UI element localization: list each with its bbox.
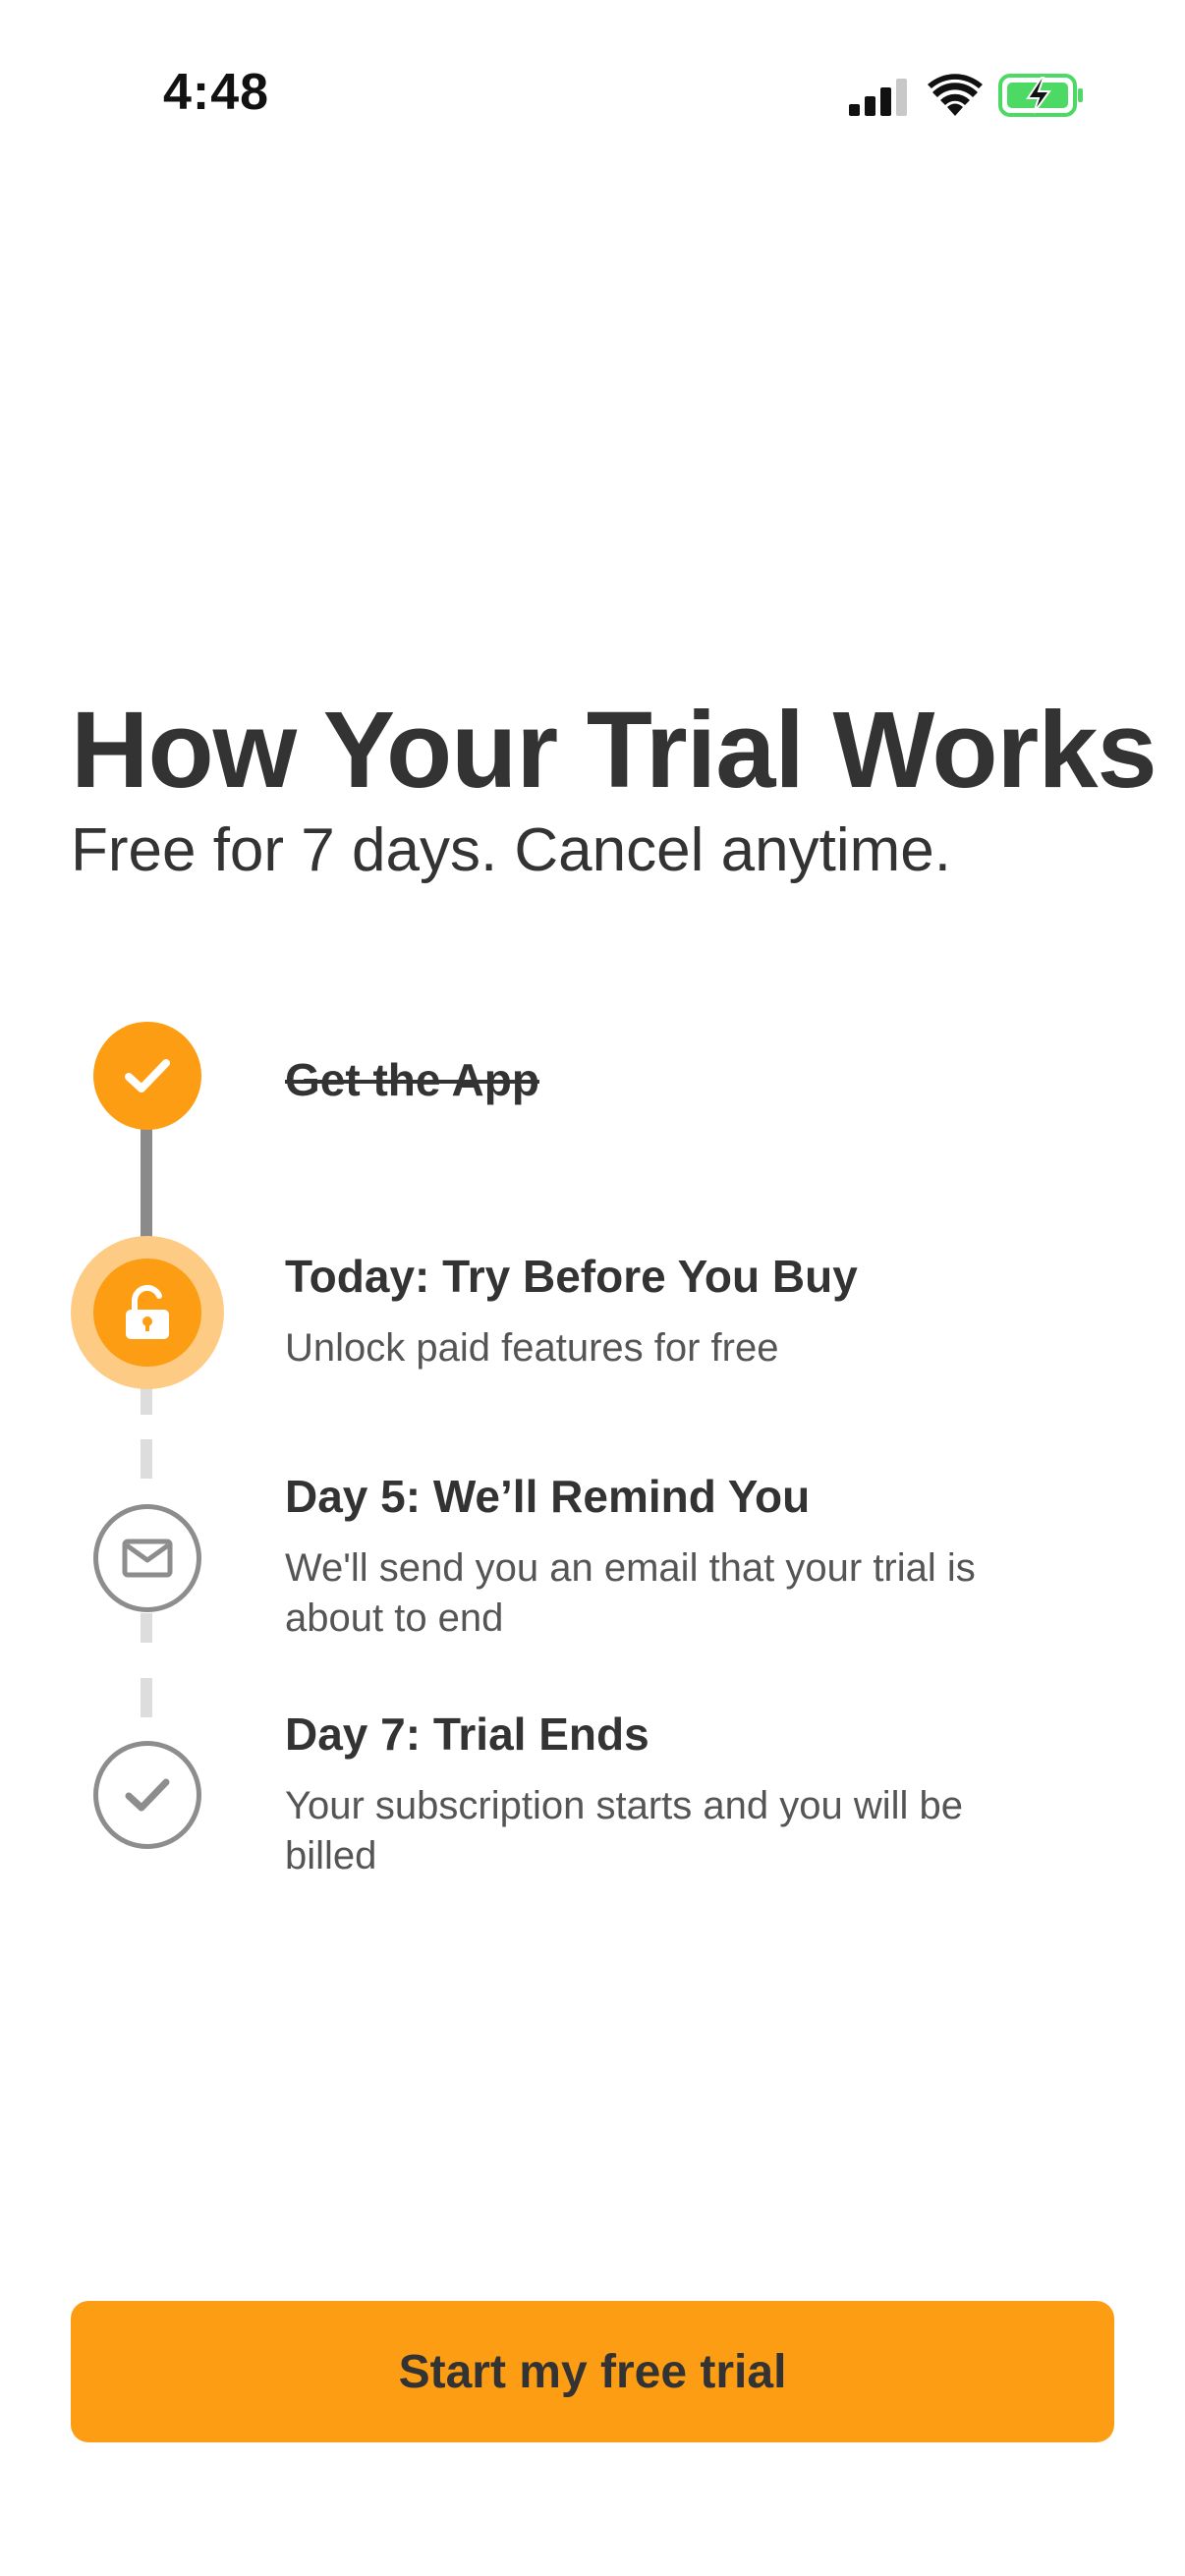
timeline-dash — [141, 1385, 152, 1415]
step-desc-day7: Your subscription starts and you will be… — [285, 1784, 963, 1877]
envelope-icon — [122, 1539, 173, 1578]
status-time: 4:48 — [163, 64, 270, 121]
step-current-marker — [93, 1259, 201, 1367]
wifi-icon — [928, 74, 983, 116]
cellular-signal-icon — [849, 79, 907, 116]
timeline-dash — [141, 1439, 152, 1479]
unlock-icon — [126, 1284, 169, 1339]
step-desc-today: Unlock paid features for free — [285, 1326, 779, 1370]
battery-charging-icon — [998, 74, 1083, 117]
step-title-day7: Day 7: Trial Ends — [285, 1708, 649, 1760]
status-bar: 4:48 — [0, 0, 1185, 196]
step-title-get-app: Get the App — [285, 1054, 539, 1105]
page-subtitle: Free for 7 days. Cancel anytime. — [71, 816, 951, 884]
checkmark-icon — [125, 1059, 170, 1092]
checkmark-icon — [125, 1778, 170, 1812]
timeline-dash — [141, 1613, 152, 1643]
page-title: How Your Trial Works — [71, 690, 1157, 811]
step-title-day5: Day 5: We’ll Remind You — [285, 1471, 811, 1522]
step-title-today: Today: Try Before You Buy — [285, 1251, 858, 1302]
step-completed-marker — [93, 1022, 201, 1130]
step-desc-day5: We'll send you an email that your trial … — [285, 1546, 976, 1640]
step-upcoming-marker — [93, 1504, 201, 1612]
timeline-dash — [141, 1678, 152, 1717]
start-free-trial-button[interactable]: Start my free trial — [71, 2301, 1114, 2442]
step-upcoming-marker — [93, 1741, 201, 1849]
